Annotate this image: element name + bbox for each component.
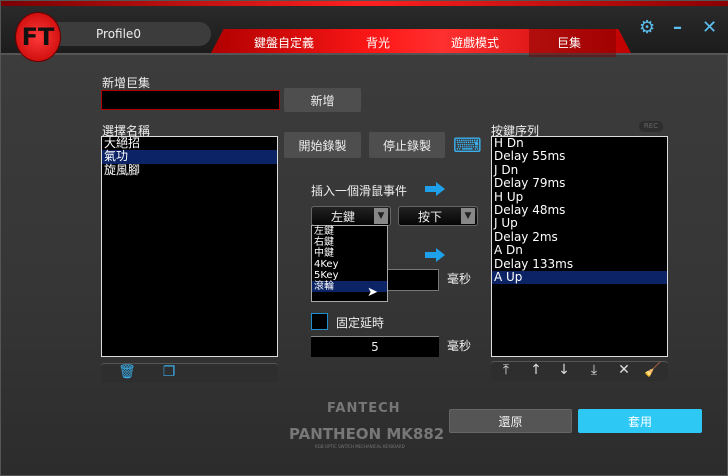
macro-name-list[interactable]: 大絕招 氣功 旋風腳 bbox=[101, 136, 278, 357]
dropdown-option[interactable]: 左鍵 bbox=[312, 226, 387, 237]
arrow-right-icon[interactable] bbox=[425, 248, 445, 262]
close-icon[interactable]: ✕ bbox=[702, 17, 717, 38]
profile-name: Profile0 bbox=[96, 27, 141, 41]
sequence-item[interactable]: H Up bbox=[492, 190, 667, 204]
mouse-action-value: 按下 bbox=[417, 209, 442, 224]
tab-keyboard-custom[interactable]: 鍵盤自定義 bbox=[254, 34, 314, 51]
mouse-button-select[interactable]: 左鍵 ▼ bbox=[311, 206, 391, 226]
profile-selector[interactable]: Profile0 bbox=[43, 22, 211, 46]
ms-label: 毫秒 bbox=[447, 272, 472, 286]
sequence-item[interactable]: H Dn bbox=[492, 136, 667, 150]
mouse-action-select[interactable]: 按下 ▼ bbox=[398, 206, 478, 226]
move-top-icon[interactable]: ⤒ bbox=[496, 362, 516, 378]
fantech-logo: FT bbox=[15, 12, 61, 62]
keyboard-icon[interactable]: ⌨ bbox=[453, 133, 482, 157]
dropdown-option[interactable]: 5Key bbox=[312, 270, 387, 281]
sequence-item[interactable]: J Dn bbox=[492, 163, 667, 177]
tab-game-mode[interactable]: 遊戲模式 bbox=[451, 34, 499, 51]
dropdown-option[interactable]: 右鍵 bbox=[312, 237, 387, 248]
new-macro-label: 新增巨集 bbox=[102, 76, 151, 90]
sequence-toolbar: ⤒ ↑ ↓ ⤓ ✕ 🧹 bbox=[491, 361, 668, 381]
insert-mouse-event-label: 插入一個滑鼠事件 bbox=[311, 184, 408, 198]
sequence-item[interactable]: Delay 133ms bbox=[492, 257, 667, 271]
list-item[interactable]: 氣功 bbox=[102, 149, 277, 164]
chevron-down-icon: ▼ bbox=[461, 208, 475, 224]
app-window: Profile0 FT 鍵盤自定義 背光 遊戲模式 巨集 ⚙ – ✕ 新增巨集 … bbox=[0, 0, 728, 476]
list-item[interactable]: 旋風腳 bbox=[102, 163, 277, 177]
fixed-delay-input[interactable]: 5 bbox=[311, 336, 439, 357]
fixed-delay-label: 固定延時 bbox=[336, 316, 385, 330]
arrow-right-icon[interactable] bbox=[425, 182, 445, 196]
dropdown-option[interactable]: 中鍵 bbox=[312, 248, 387, 259]
sequence-item[interactable]: Delay 55ms bbox=[492, 149, 667, 163]
fixed-delay-checkbox[interactable] bbox=[311, 313, 328, 330]
rec-badge: REC bbox=[639, 121, 663, 132]
stop-record-button[interactable]: 停止錄製 bbox=[369, 132, 445, 158]
sequence-item[interactable]: A Up bbox=[492, 270, 667, 285]
brand-name: FANTECH bbox=[327, 401, 401, 416]
move-down-icon[interactable]: ↓ bbox=[554, 362, 574, 378]
sequence-item[interactable]: Delay 2ms bbox=[492, 230, 667, 244]
tab-backlight[interactable]: 背光 bbox=[366, 34, 390, 51]
start-record-button[interactable]: 開始錄製 bbox=[284, 132, 361, 158]
gear-icon[interactable]: ⚙ bbox=[639, 17, 655, 38]
chevron-down-icon: ▼ bbox=[374, 208, 388, 224]
apply-button[interactable]: 套用 bbox=[578, 409, 702, 433]
trash-icon[interactable]: 🗑 bbox=[117, 364, 137, 380]
minimize-icon[interactable]: – bbox=[673, 17, 682, 38]
dropdown-option[interactable]: 4Key bbox=[312, 259, 387, 270]
macro-list-toolbar: 🗑 ❐ bbox=[101, 363, 278, 383]
delete-icon[interactable]: ✕ bbox=[614, 362, 634, 378]
ms-label: 毫秒 bbox=[447, 339, 472, 353]
move-bottom-icon[interactable]: ⤓ bbox=[584, 362, 604, 378]
list-item[interactable]: 大絕招 bbox=[102, 136, 277, 150]
model-tagline: RGB OPTIC SWITCH MECHANICAL KEYBOARD bbox=[315, 444, 405, 449]
move-up-icon[interactable]: ↑ bbox=[526, 362, 546, 378]
header-divider bbox=[1, 53, 728, 55]
mouse-button-value: 左鍵 bbox=[330, 209, 355, 224]
key-sequence-list[interactable]: H Dn Delay 55ms J Dn Delay 79ms H Up Del… bbox=[491, 136, 668, 357]
sequence-item[interactable]: Delay 48ms bbox=[492, 203, 667, 217]
sequence-item[interactable]: A Dn bbox=[492, 243, 667, 257]
copy-icon[interactable]: ❐ bbox=[159, 364, 179, 380]
restore-button[interactable]: 還原 bbox=[449, 409, 572, 433]
sequence-item[interactable]: Delay 79ms bbox=[492, 176, 667, 190]
new-macro-input[interactable] bbox=[101, 90, 280, 110]
clear-broom-icon[interactable]: 🧹 bbox=[643, 362, 663, 378]
delay-input[interactable] bbox=[386, 269, 439, 291]
model-name: PANTHEON MK882 bbox=[289, 425, 445, 443]
sequence-item[interactable]: J Up bbox=[492, 216, 667, 230]
mouse-cursor-icon: ➤ bbox=[367, 285, 378, 300]
add-button[interactable]: 新增 bbox=[284, 88, 361, 112]
tab-macro[interactable]: 巨集 bbox=[557, 34, 581, 51]
